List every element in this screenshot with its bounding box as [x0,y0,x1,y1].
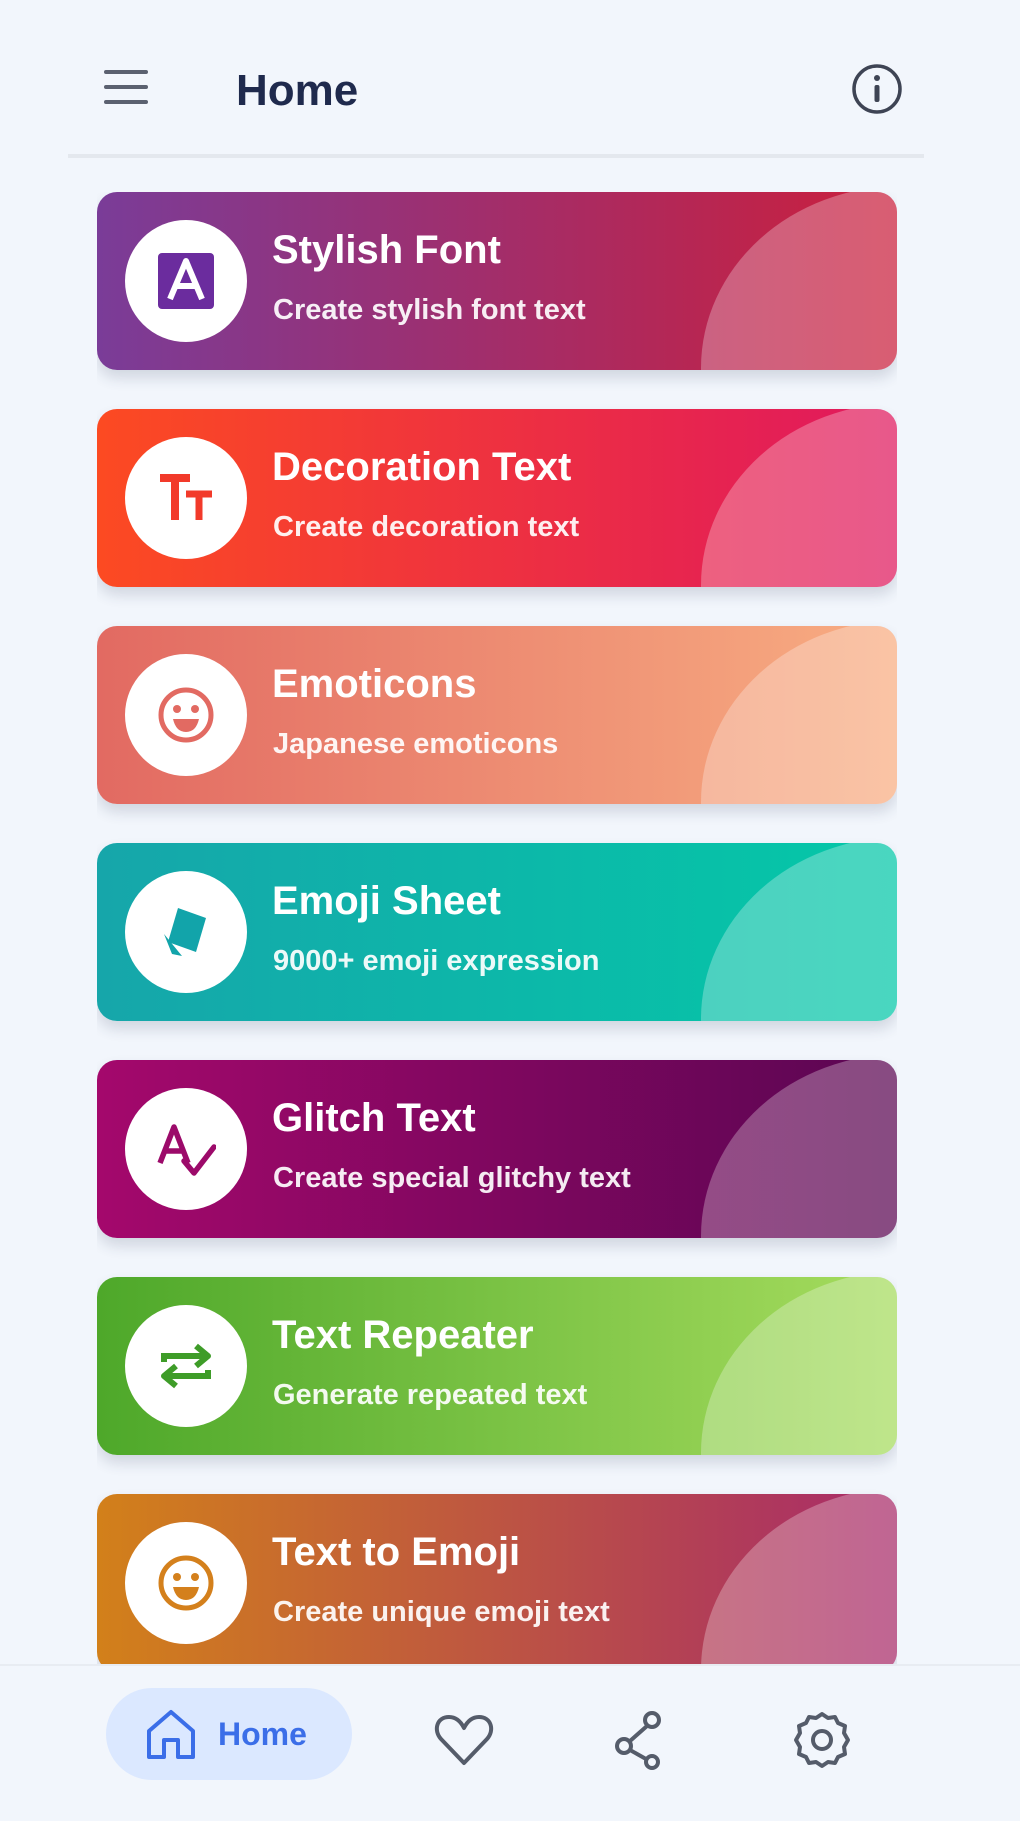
card-subtitle: Create decoration text [273,511,580,543]
card-decoration-text[interactable]: Decoration Text Create decoration text [97,409,897,587]
nav-settings-tab[interactable] [790,1708,854,1772]
card-decoration [701,192,897,370]
card-title: Text to Emoji [272,1530,521,1574]
nav-share-tab[interactable] [610,1708,674,1772]
card-decoration [701,626,897,804]
card-decoration [701,1060,897,1238]
emoticon-icon [125,654,247,776]
card-subtitle: 9000+ emoji expression [273,945,600,977]
page-title: Home [236,66,359,115]
share-icon [615,1711,661,1770]
heart-icon [434,1715,494,1765]
nav-home-label: Home [218,1716,307,1752]
card-title: Emoticons [272,662,477,706]
card-text-to-emoji[interactable]: Text to Emoji Create unique emoji text [97,1494,897,1664]
text-to-emoji-icon [125,1522,247,1644]
card-subtitle: Create unique emoji text [273,1596,610,1628]
nav-favorites-tab[interactable] [432,1708,496,1772]
info-icon[interactable] [850,62,904,116]
card-emoticons[interactable]: Emoticons Japanese emoticons [97,626,897,804]
home-icon [147,1710,195,1759]
nav-home-tab[interactable]: Home [106,1688,352,1780]
card-title: Glitch Text [272,1096,476,1140]
card-decoration [701,843,897,1021]
card-glitch-text[interactable]: Glitch Text Create special glitchy text [97,1060,897,1238]
repeat-icon [125,1305,247,1427]
card-decoration [701,1494,897,1664]
app-header: Home [68,40,924,158]
feature-list: Stylish Font Create stylish font text De… [97,192,897,1664]
card-subtitle: Create stylish font text [273,294,586,326]
stylish-font-icon [125,220,247,342]
card-title: Emoji Sheet [272,879,501,923]
card-decoration [701,1277,897,1455]
card-stylish-font[interactable]: Stylish Font Create stylish font text [97,192,897,370]
glitch-text-icon [125,1088,247,1210]
menu-icon[interactable] [102,68,152,112]
card-title: Stylish Font [272,228,501,272]
decoration-text-icon [125,437,247,559]
bottom-navigation: Home [0,1664,1020,1821]
card-subtitle: Create special glitchy text [273,1162,631,1194]
card-emoji-sheet[interactable]: Emoji Sheet 9000+ emoji expression [97,843,897,1021]
card-text-repeater[interactable]: Text Repeater Generate repeated text [97,1277,897,1455]
emoji-sheet-icon [125,871,247,993]
card-subtitle: Japanese emoticons [273,728,559,760]
card-title: Decoration Text [272,445,572,489]
card-title: Text Repeater [272,1313,534,1357]
gear-icon [794,1712,850,1768]
card-subtitle: Generate repeated text [273,1379,588,1411]
card-decoration [701,409,897,587]
